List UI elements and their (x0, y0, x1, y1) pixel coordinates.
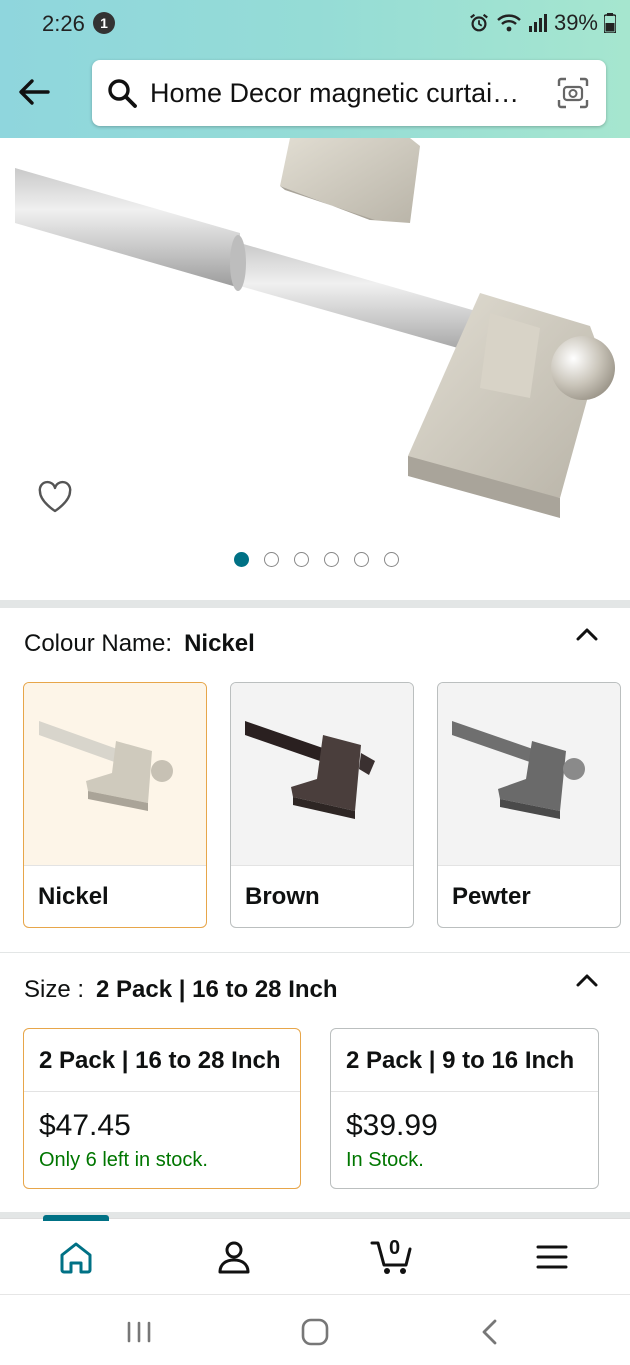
cart-button[interactable]: 0 (370, 1233, 414, 1277)
pagination-dot[interactable] (264, 552, 279, 567)
pagination-dot[interactable] (324, 552, 339, 567)
product-image[interactable] (0, 138, 630, 598)
recent-apps-icon[interactable] (122, 1315, 156, 1349)
swatch-image (231, 683, 413, 865)
size-option-price: $39.99 (346, 1109, 438, 1142)
alarm-icon (470, 13, 488, 32)
header: 2:26 1 39% Home Decor magnetic curtai… (0, 0, 630, 138)
collapse-caret-icon[interactable] (574, 968, 600, 994)
curtain-rod-image (15, 138, 615, 518)
back-arrow-icon[interactable] (16, 74, 52, 110)
status-icons: 39% (468, 10, 616, 36)
image-pagination (234, 552, 399, 567)
colour-option-label: Nickel (38, 883, 109, 910)
signal-icon (528, 14, 547, 32)
wishlist-heart-icon[interactable] (36, 478, 74, 516)
cart-count: 0 (389, 1237, 401, 1259)
size-label-row: Size : 2 Pack | 16 to 28 Inch (24, 976, 338, 1004)
size-label: Size : (24, 976, 85, 1003)
size-option-9-16[interactable]: 2 Pack | 9 to 16 Inch $39.99 In Stock. (330, 1028, 599, 1189)
swatch-image (24, 683, 206, 865)
active-tab-indicator (43, 1215, 109, 1221)
size-option-title: 2 Pack | 16 to 28 Inch (39, 1047, 281, 1074)
search-input[interactable]: Home Decor magnetic curtai… (150, 78, 540, 109)
colour-selected-value: Nickel (184, 630, 255, 657)
pagination-dot[interactable] (384, 552, 399, 567)
system-navigation-bar (0, 1294, 630, 1365)
search-icon (108, 79, 137, 108)
section-divider (0, 952, 630, 953)
collapse-caret-icon[interactable] (574, 622, 600, 648)
status-time: 2:26 (42, 11, 85, 36)
colour-label-row: Colour Name: Nickel (24, 630, 255, 658)
section-divider (0, 600, 630, 608)
home-icon[interactable] (56, 1237, 96, 1277)
swatch-image (438, 683, 620, 865)
account-icon[interactable] (214, 1237, 254, 1277)
colour-option-nickel[interactable]: Nickel (23, 682, 207, 928)
size-option-stock: Only 6 left in stock. (39, 1149, 208, 1171)
pagination-dot[interactable] (234, 552, 249, 567)
colour-label: Colour Name: (24, 630, 173, 657)
size-option-16-28[interactable]: 2 Pack | 16 to 28 Inch $47.45 Only 6 lef… (23, 1028, 301, 1189)
pagination-dot[interactable] (294, 552, 309, 567)
bottom-nav: 0 (0, 1215, 630, 1294)
colour-option-pewter[interactable]: Pewter (437, 682, 621, 928)
wifi-icon (497, 14, 521, 32)
pagination-dot[interactable] (354, 552, 369, 567)
size-option-stock: In Stock. (346, 1149, 424, 1171)
size-selected-value: 2 Pack | 16 to 28 Inch (96, 976, 338, 1003)
colour-option-brown[interactable]: Brown (230, 682, 414, 928)
home-button-icon[interactable] (298, 1315, 332, 1349)
menu-icon[interactable] (532, 1237, 572, 1277)
size-option-title: 2 Pack | 9 to 16 Inch (346, 1047, 575, 1074)
size-option-price: $47.45 (39, 1109, 131, 1142)
status-bar: 2:26 1 39% (0, 0, 630, 46)
search-bar[interactable]: Home Decor magnetic curtai… (92, 60, 606, 126)
battery-percent: 39% (553, 10, 598, 35)
back-nav-icon[interactable] (474, 1315, 508, 1349)
battery-icon (604, 13, 616, 33)
colour-option-label: Pewter (452, 883, 531, 910)
camera-search-icon[interactable] (556, 76, 590, 110)
colour-option-label: Brown (245, 883, 320, 910)
notification-badge: 1 (93, 12, 115, 34)
